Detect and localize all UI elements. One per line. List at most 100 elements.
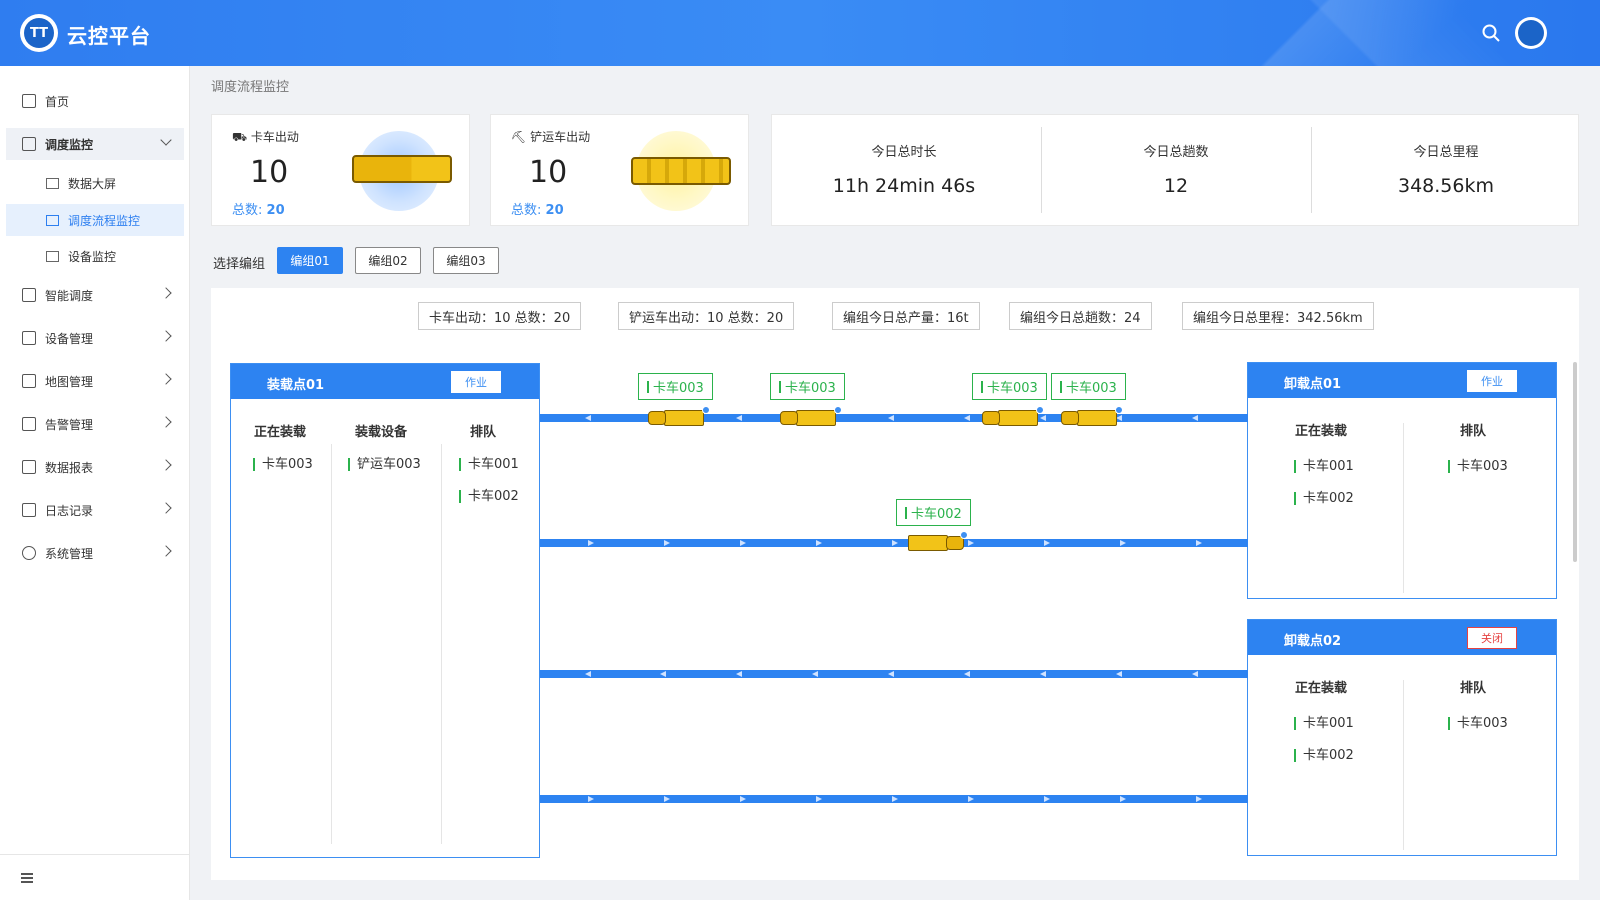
column-header-loading: 正在装载 [253,425,306,440]
sidebar-item-smart-dispatch[interactable]: 智能调度 [6,279,184,311]
truck-stat-title: ⛟ 卡车出动 [232,130,299,144]
truck-icon: ⛟ [232,130,251,144]
arrow-right-icon [816,796,822,802]
monitor-icon [22,137,36,151]
sidebar-subitem-data-screen[interactable]: 数据大屏 [6,167,184,199]
app-logo[interactable]: TT [20,14,58,52]
arrow-right-icon [740,540,746,546]
column-header-equipment: 装载设备 [354,425,407,440]
close-button[interactable]: 关闭 [1467,627,1517,649]
sidebar-item-log-records[interactable]: 日志记录 [6,494,184,526]
scrollbar-thumb[interactable] [1573,362,1577,562]
sidebar-footer [0,854,190,900]
loading-site-01[interactable]: 装载点01 作业 正在装载 装载设备 排队 卡车003 铲运车003 卡车001… [230,363,540,858]
vehicle-tag[interactable]: 卡车002 [459,490,519,503]
route-lane-1 [540,414,1248,422]
divider [1311,127,1312,213]
arrow-left-icon [660,671,666,677]
truck-marker[interactable] [648,406,710,427]
device-monitor-icon [46,250,59,262]
truck-label[interactable]: 卡车003 [638,373,713,400]
vehicle-tag[interactable]: 卡车001 [459,458,519,471]
sidebar-subitem-device-monitor[interactable]: 设备监控 [6,240,184,272]
column-divider [1403,423,1404,593]
work-button[interactable]: 作业 [451,371,501,393]
vehicle-tag[interactable]: 铲运车003 [348,458,421,471]
arrow-left-icon [1192,671,1198,677]
arrow-right-icon [968,540,974,546]
vehicle-tag[interactable]: 卡车002 [1294,749,1354,762]
vehicle-tag[interactable]: 卡车001 [1294,460,1354,473]
arrow-right-icon [1120,796,1126,802]
summary-total-trips: 今日总趟数 12 [1044,115,1308,225]
tag-bar [1060,380,1062,393]
arrow-left-icon [736,415,742,421]
sidebar-item-label: 数据报表 [45,460,94,475]
loader-stat-card: ⛏ 铲运车出动 10 总数: 20 [490,114,749,226]
sidebar-item-label: 调度流程监控 [68,213,141,228]
tab-group-02[interactable]: 编组02 [355,247,421,274]
breadcrumb: 调度流程监控 [211,80,290,95]
site-header: 装载点01 作业 [231,364,539,399]
group-info-mileage: 编组今日总里程：342.56km [1182,302,1374,330]
logo-mark: TT [24,18,54,48]
summary-value: 11h 24min 46s [832,175,976,197]
vehicle-tag[interactable]: 卡车002 [1294,492,1354,505]
arrow-left-icon [1040,415,1046,421]
sidebar-item-home[interactable]: 首页 [6,85,184,117]
vehicle-tag[interactable]: 卡车003 [1448,460,1508,473]
summary-label: 今日总时长 [871,145,937,160]
tab-group-03[interactable]: 编组03 [433,247,499,274]
column-header-queue: 排队 [1459,424,1486,439]
chevron-right-icon [160,502,172,514]
sidebar-item-map-management[interactable]: 地图管理 [6,365,184,397]
arrow-left-icon [1040,671,1046,677]
arrow-left-icon [736,671,742,677]
app-title: 云控平台 [67,24,151,48]
arrow-right-icon [1196,540,1202,546]
sidebar-subitem-dispatch-flow[interactable]: 调度流程监控 [6,204,184,236]
route-lane-2 [540,539,1248,547]
truck-label[interactable]: 卡车003 [1051,373,1126,400]
tab-group-01[interactable]: 编组01 [277,247,343,274]
arrow-right-icon [968,796,974,802]
unloading-site-01[interactable]: 卸载点01 作业 正在装载 排队 卡车001 卡车002 卡车003 [1247,362,1557,599]
unloading-site-02[interactable]: 卸载点02 关闭 正在装载 排队 卡车001 卡车002 卡车003 [1247,619,1557,856]
truck-marker[interactable] [906,531,968,552]
truck-label[interactable]: 卡车002 [896,499,971,526]
search-icon[interactable] [1482,24,1500,42]
vehicle-tag[interactable]: 卡车003 [1448,717,1508,730]
arrow-left-icon [585,415,591,421]
vehicle-tag[interactable]: 卡车001 [1294,717,1354,730]
menu-collapse-icon[interactable] [21,873,33,883]
arrow-right-icon [588,540,594,546]
daily-summary-card: 今日总时长 11h 24min 46s 今日总趟数 12 今日总里程 348.5… [771,114,1579,226]
work-button[interactable]: 作业 [1467,370,1517,392]
sidebar-item-dispatch-monitor[interactable]: 调度监控 [6,128,184,160]
vehicle-tag[interactable]: 卡车003 [253,458,313,471]
sidebar-item-label: 数据大屏 [68,176,117,191]
truck-marker[interactable] [780,406,842,427]
log-icon [22,503,36,517]
loader-stat-total: 总数: 20 [511,203,564,218]
summary-total-mileage: 今日总里程 348.56km [1314,115,1578,225]
chevron-right-icon [160,330,172,342]
sidebar-item-system-management[interactable]: 系统管理 [6,537,184,569]
sidebar-item-label: 首页 [45,94,70,109]
sidebar-item-alarm-management[interactable]: 告警管理 [6,408,184,440]
sidebar-item-label: 地图管理 [45,374,94,389]
truck-label[interactable]: 卡车003 [770,373,845,400]
loader-stat-value: 10 [529,155,568,190]
arrow-right-icon [892,540,898,546]
summary-label: 今日总里程 [1413,145,1479,160]
truck-label[interactable]: 卡车003 [972,373,1047,400]
user-avatar[interactable] [1515,17,1547,49]
truck-stat-value: 10 [250,155,289,190]
home-icon [22,94,36,108]
arrow-right-icon [1044,540,1050,546]
sidebar-item-data-report[interactable]: 数据报表 [6,451,184,483]
sidebar-item-device-management[interactable]: 设备管理 [6,322,184,354]
arrow-left-icon [1192,415,1198,421]
truck-marker[interactable] [1061,406,1123,427]
truck-marker[interactable] [982,406,1044,427]
